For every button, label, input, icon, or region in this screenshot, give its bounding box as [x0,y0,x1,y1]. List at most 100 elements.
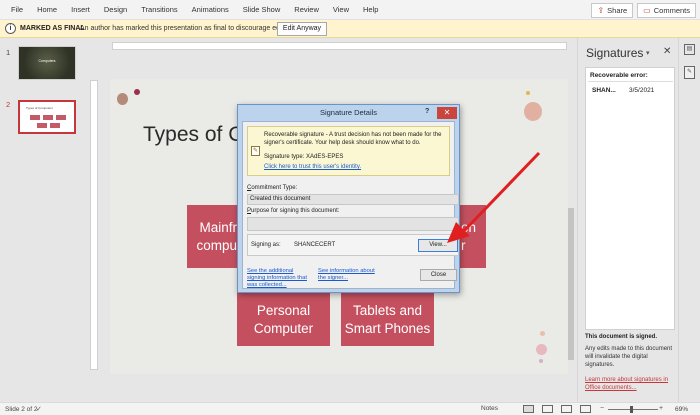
signatures-pane: Signatures ▾ ✕ Recoverable error: SHAN..… [577,38,677,402]
thumbnail-box [43,115,53,120]
share-button[interactable]: ⇪ Share [591,3,634,18]
decor-dot [524,102,542,121]
comments-icon: ▭ [643,6,651,15]
zoom-slider-knob[interactable] [630,406,633,413]
ribbon-tabs: File Home Insert Design Transitions Anim… [4,0,385,20]
decor-dot [117,93,128,105]
tab-home[interactable]: Home [30,0,64,20]
decor-dot [526,91,530,95]
signer-name: SHANCECERT [294,242,336,248]
message-bar: i MARKED AS FINAL An author has marked t… [0,20,700,38]
reading-view-icon[interactable] [561,405,572,413]
view-button[interactable]: View... [418,239,458,252]
thumbnail-box [30,115,40,120]
signature-entry-signer[interactable]: SHAN... [592,87,616,94]
pane-close-icon[interactable]: ✕ [663,46,671,57]
spell-check-icon[interactable]: ✓ [36,405,42,413]
slide-box-line: Mainfr [199,219,237,235]
purpose-label-text: urpose for signing this document: [251,208,340,214]
signing-as-label: Signing as: [251,242,281,248]
ribbon-actions: ⇪ Share ▭ Comments [591,3,696,18]
horizontal-ruler [112,42,567,50]
slide-box-line: Personal [256,302,311,318]
signature-entry-date[interactable]: 3/5/2021 [629,87,654,94]
scrollbar-thumb[interactable] [568,208,574,360]
commitment-type-label: Commitment Type: [247,185,297,191]
thumbnail-box [56,115,66,120]
slide-box-text: on r [461,219,476,255]
notes-button[interactable]: Notes [481,405,498,412]
warning-text: Recoverable signature - A trust decision… [264,132,442,146]
signer-info-link[interactable]: See information about the signer... [318,268,384,282]
slide-box-text: Mainfr compu [196,219,237,255]
document-signed-heading: This document is signed. [585,334,658,340]
slide-box-personal-computer[interactable]: Personal Computer [237,293,330,346]
share-label: Share [607,6,628,15]
slide-box-line: Computer [253,320,314,336]
zoom-slider[interactable] [608,409,658,410]
slide-box-right[interactable]: on r [460,205,486,268]
normal-view-icon[interactable] [523,405,534,413]
purpose-label: Purpose for signing this document: [247,208,339,214]
tab-view[interactable]: View [326,0,356,20]
zoom-in-icon[interactable]: + [659,405,663,412]
sidebar-document-icon[interactable]: ▤ [684,44,695,55]
tab-slide-show[interactable]: Slide Show [236,0,288,20]
tab-transitions[interactable]: Transitions [134,0,184,20]
tab-file[interactable]: File [4,0,30,20]
sidebar-signature-icon[interactable]: ✎ [684,66,695,79]
share-icon: ⇪ [597,6,605,15]
slide-box-line: compu [196,237,237,253]
thumbnail-number-2: 2 [6,100,11,109]
zoom-level[interactable]: 69% [675,406,688,413]
dialog-close-icon[interactable]: ✕ [437,107,457,119]
status-bar: Slide 2 of 2 ✓ Notes − + 69% [0,402,700,415]
thumbnail-box [50,123,60,128]
divider [588,81,673,82]
sorter-view-icon[interactable] [542,405,553,413]
slide-box-line: r [461,237,466,253]
slide-thumbnail-1[interactable]: Computers [18,46,76,80]
decor-dot [540,331,545,336]
vertical-scrollbar[interactable] [567,42,575,398]
tab-help[interactable]: Help [356,0,385,20]
signature-type: Signature type: XAdES-EPES [264,154,344,160]
slide-indicator: Slide 2 of 2 [5,406,38,413]
pane-options-chevron-icon[interactable]: ▾ [646,49,650,57]
slide-box-line: Tablets and [352,302,423,318]
close-button[interactable]: Close [420,269,457,281]
signatures-pane-title: Signatures [586,46,644,60]
side-icon-strip: ▤ ✎ [678,38,700,402]
slide-box-line: on [461,219,477,235]
ribbon-tab-bar: File Home Insert Design Transitions Anim… [0,0,700,20]
thumbnail-number-1: 1 [6,48,11,57]
tab-animations[interactable]: Animations [185,0,236,20]
learn-more-link[interactable]: Learn more about signatures in Office do… [585,376,677,392]
recoverable-error-heading: Recoverable error: [590,72,648,79]
slide-box-line: Smart Phones [344,320,431,336]
commitment-type-field: Created this document [247,194,459,205]
document-signed-note: Any edits made to this document will inv… [585,346,673,368]
slide-box-mainframe[interactable]: Mainfr compu [187,205,239,268]
slide-box-tablets[interactable]: Tablets and Smart Phones [341,293,434,346]
comments-button[interactable]: ▭ Comments [637,3,696,18]
slide-thumbnail-2[interactable]: Types of Computers [18,100,76,134]
help-button[interactable]: ? [425,108,429,115]
tab-review[interactable]: Review [287,0,326,20]
zoom-out-icon[interactable]: − [600,405,604,412]
tab-insert[interactable]: Insert [64,0,97,20]
thumbnail-box [37,123,47,128]
decor-dot [536,344,547,355]
warning-box: ✎ Recoverable signature - A trust decisi… [247,126,450,176]
signature-warning-icon: ✎ [251,146,260,156]
info-icon: i [5,23,16,34]
tab-design[interactable]: Design [97,0,134,20]
decor-dot [539,359,543,363]
additional-info-link[interactable]: See the additional signing information t… [247,268,313,289]
slideshow-view-icon[interactable] [580,405,591,413]
trust-identity-link[interactable]: Click here to trust this user's identity… [264,164,361,170]
commitment-type-label-text: ommitment Type: [251,185,298,191]
signature-details-dialog: Signature Details ? ✕ ✎ Recoverable sign… [237,104,460,293]
vertical-ruler [90,80,98,370]
edit-anyway-button[interactable]: Edit Anyway [277,22,327,36]
